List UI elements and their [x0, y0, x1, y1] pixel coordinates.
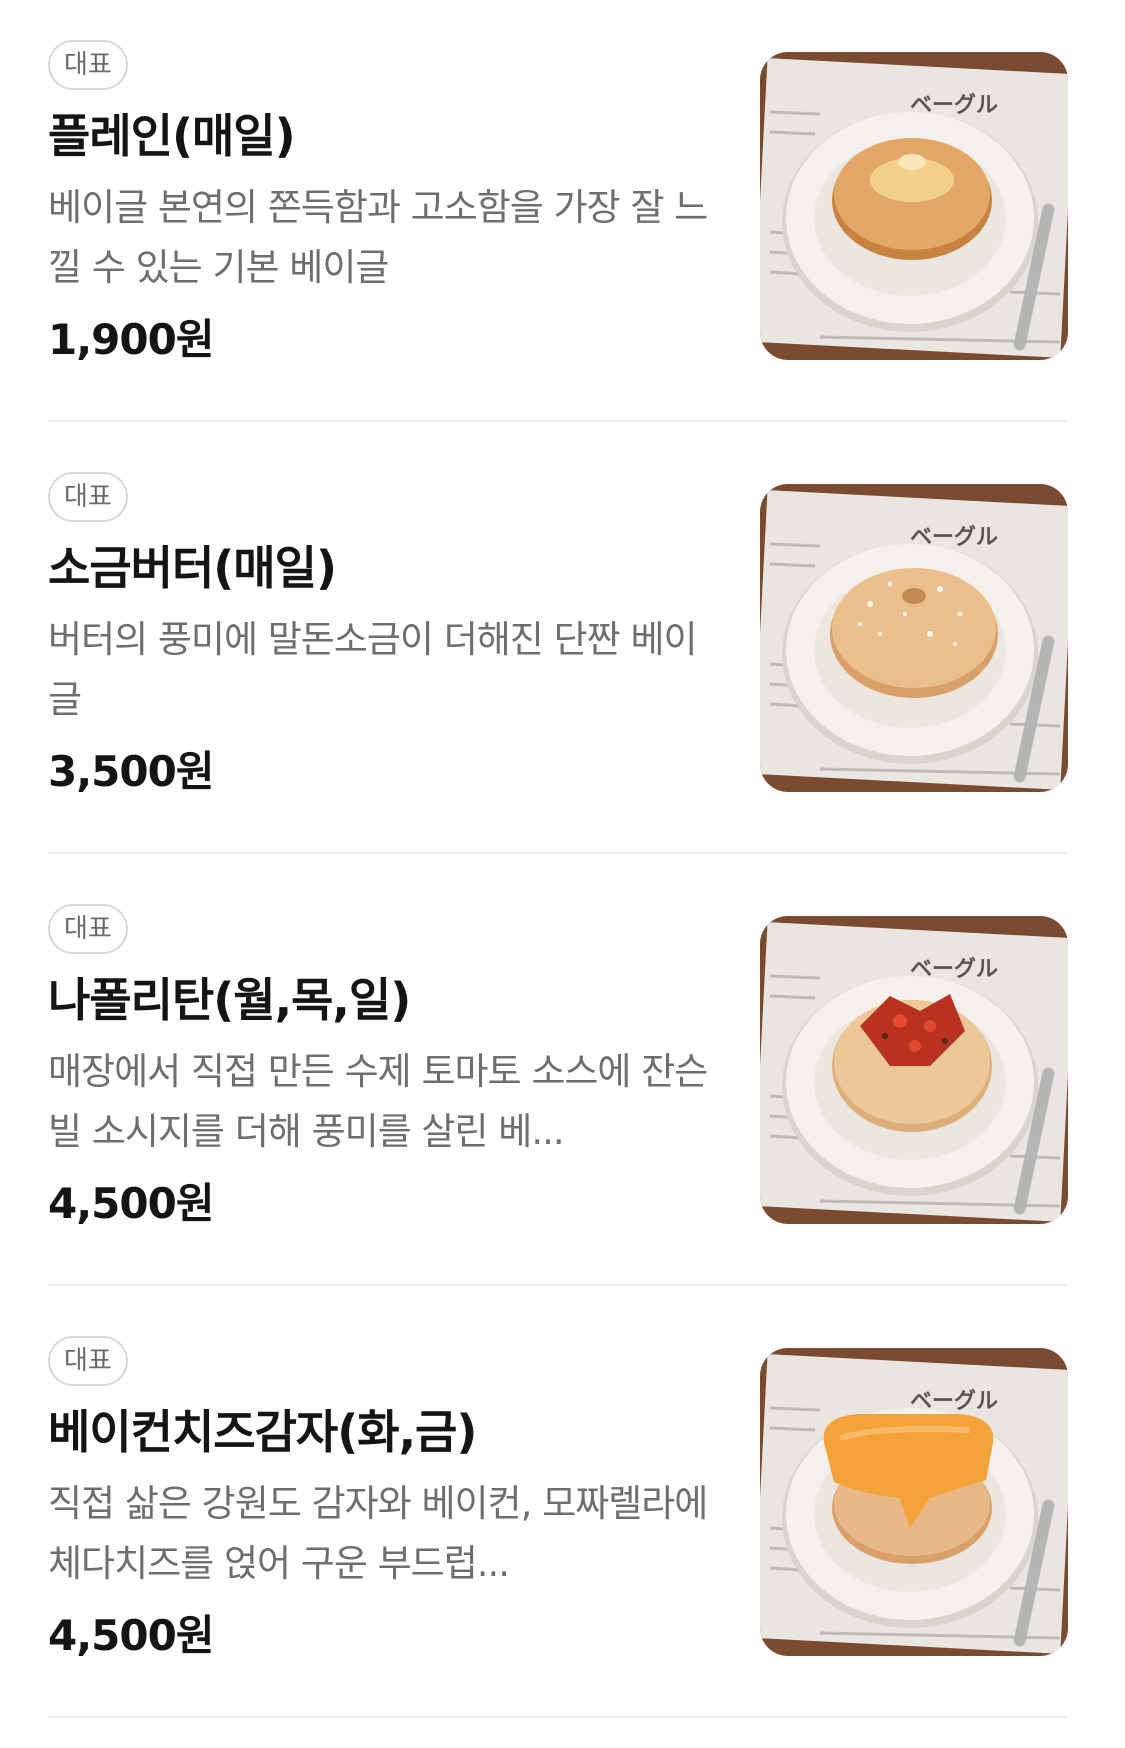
menu-item-bacon-cheese-potato[interactable]: 대표 베이컨치즈감자(화,금) 직접 삶은 강원도 감자와 베이컨, 모짜렐라에… — [0, 1296, 1125, 1728]
signature-badge: 대표 — [48, 1336, 128, 1386]
menu-item-title: 베이컨치즈감자(화,금) — [48, 1405, 477, 1459]
menu-item-title: 플레인(매일) — [48, 109, 296, 163]
divider — [48, 1716, 1068, 1718]
divider — [48, 852, 1068, 854]
menu-list: 대표 플레인(매일) 베이글 본연의 쫀득함과 고소함을 가장 잘 느낄 수 있… — [0, 0, 1125, 1748]
menu-item-description: 매장에서 직접 만든 수제 토마토 소스에 잔슨빌 소시지를 더해 풍미를 살린… — [48, 1050, 708, 1153]
signature-badge: 대표 — [48, 904, 128, 954]
signature-badge: 대표 — [48, 472, 128, 522]
plain-bagel-photo[interactable]: ベーグル — [760, 52, 1068, 360]
divider — [48, 1284, 1068, 1286]
menu-item-description: 베이글 본연의 쫀득함과 고소함을 가장 잘 느낄 수 있는 기본 베이글 — [48, 186, 708, 289]
menu-item-price: 4,500원 — [48, 1179, 214, 1228]
menu-item-price: 3,500원 — [48, 747, 214, 796]
menu-item-description: 직접 삶은 강원도 감자와 베이컨, 모짜렐라에 체다치즈를 얹어 구운 부드럽… — [48, 1482, 708, 1585]
menu-item-salt-butter[interactable]: 대표 소금버터(매일) 버터의 풍미에 말돈소금이 더해진 단짠 베이글 3,5… — [0, 432, 1125, 864]
menu-item-title: 나폴리탄(월,목,일) — [48, 973, 411, 1027]
menu-item-title: 소금버터(매일) — [48, 541, 337, 595]
menu-item-plain[interactable]: 대표 플레인(매일) 베이글 본연의 쫀득함과 고소함을 가장 잘 느낄 수 있… — [0, 0, 1125, 432]
menu-item-price: 4,500원 — [48, 1611, 214, 1660]
salt-butter-bagel-photo[interactable]: ベーグル — [760, 484, 1068, 792]
napolitan-bagel-photo[interactable]: ベーグル — [760, 916, 1068, 1224]
signature-badge: 대표 — [48, 40, 128, 90]
bacon-cheese-potato-bagel-photo[interactable]: ベーグル — [760, 1348, 1068, 1656]
menu-item-price: 1,900원 — [48, 315, 214, 364]
menu-item-description: 버터의 풍미에 말돈소금이 더해진 단짠 베이글 — [48, 618, 698, 721]
menu-item-napolitan[interactable]: 대표 나폴리탄(월,목,일) 매장에서 직접 만든 수제 토마토 소스에 잔슨빌… — [0, 864, 1125, 1296]
divider — [48, 420, 1068, 422]
